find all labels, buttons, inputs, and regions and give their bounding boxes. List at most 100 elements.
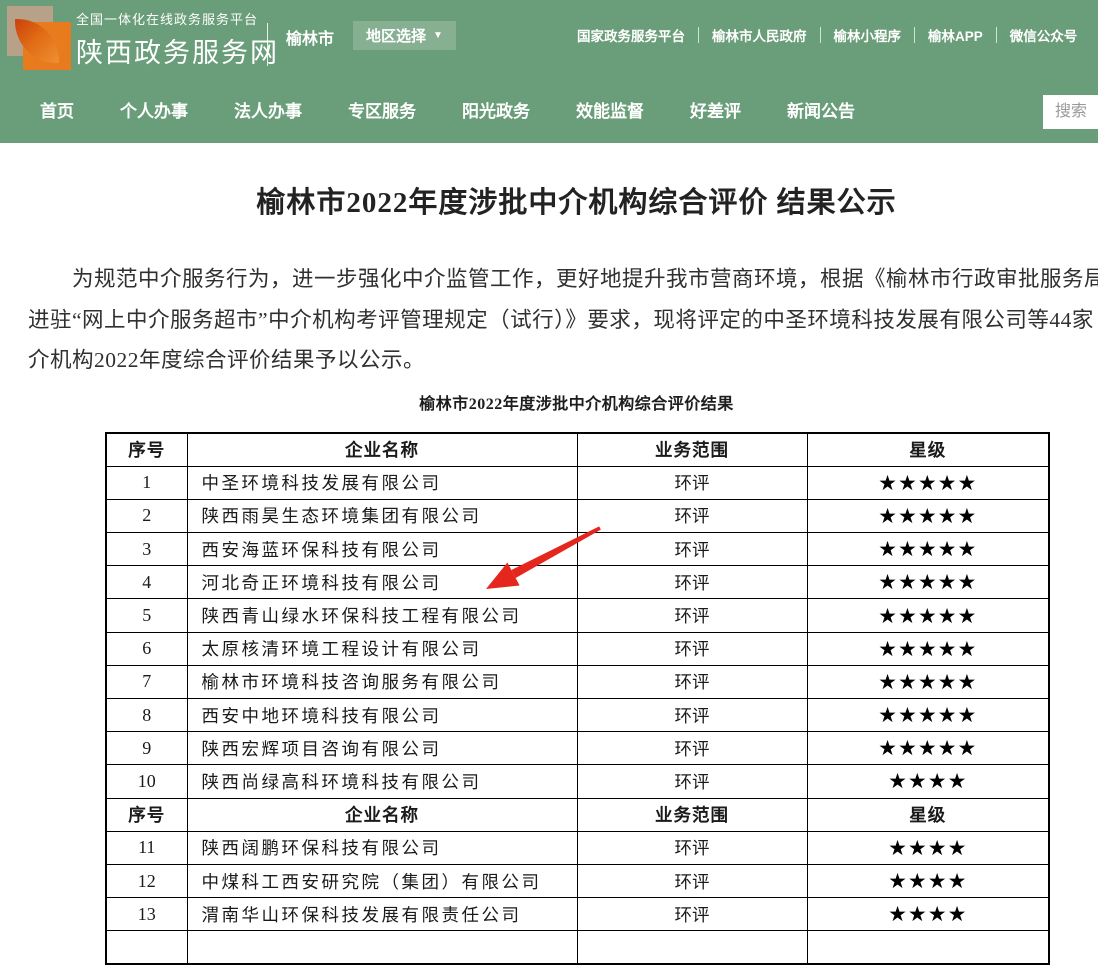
business-scope-cell: 环评 bbox=[577, 566, 807, 599]
chevron-down-icon: ▼ bbox=[433, 31, 443, 41]
serial-number-cell: 8 bbox=[106, 699, 187, 732]
table-row: 10陕西尚绿高科环境科技有限公司环评★★★★ bbox=[106, 765, 1049, 798]
company-name-cell: 西安中地环境科技有限公司 bbox=[187, 699, 577, 732]
business-scope-cell: 环评 bbox=[577, 898, 807, 931]
column-header: 序号 bbox=[106, 798, 187, 831]
link-national-platform[interactable]: 国家政务服务平台 bbox=[577, 25, 685, 45]
search-input[interactable] bbox=[1043, 95, 1098, 129]
link-city-app[interactable]: 榆林APP bbox=[928, 25, 983, 45]
company-name-cell: 中圣环境科技发展有限公司 bbox=[187, 466, 577, 499]
serial-number-cell: 1 bbox=[106, 466, 187, 499]
star-rating-cell: ★★★★ bbox=[807, 898, 1049, 931]
serial-number-cell: 7 bbox=[106, 665, 187, 698]
star-rating-cell: ★★★★ bbox=[807, 831, 1049, 864]
table-row: 7榆林市环境科技咨询服务有限公司环评★★★★★ bbox=[106, 665, 1049, 698]
business-scope-cell: 环评 bbox=[577, 699, 807, 732]
table-row: 12中煤科工西安研究院（集团）有限公司环评★★★★ bbox=[106, 864, 1049, 897]
company-name-cell: 太原核清环境工程设计有限公司 bbox=[187, 632, 577, 665]
company-name-cell: 河北奇正环境科技有限公司 bbox=[187, 566, 577, 599]
evaluation-table: 序号企业名称业务范围星级1中圣环境科技发展有限公司环评★★★★★2陕西雨昊生态环… bbox=[105, 432, 1050, 965]
link-separator bbox=[820, 27, 821, 43]
star-rating-cell: ★★★★★ bbox=[807, 699, 1049, 732]
star-rating-cell: ★★★★ bbox=[807, 864, 1049, 897]
table-row: 9陕西宏辉项目咨询有限公司环评★★★★★ bbox=[106, 732, 1049, 765]
current-city-label: 榆林市 bbox=[286, 25, 334, 49]
company-name-cell: 陕西青山绿水环保科技工程有限公司 bbox=[187, 599, 577, 632]
business-scope-cell: 环评 bbox=[577, 533, 807, 566]
company-name-cell: 陕西雨昊生态环境集团有限公司 bbox=[187, 499, 577, 532]
nav-item-news[interactable]: 新闻公告 bbox=[787, 97, 855, 122]
column-header: 业务范围 bbox=[577, 798, 807, 831]
evaluation-table-body: 序号企业名称业务范围星级1中圣环境科技发展有限公司环评★★★★★2陕西雨昊生态环… bbox=[106, 433, 1049, 964]
column-header: 星级 bbox=[807, 798, 1049, 831]
business-scope-cell: 环评 bbox=[577, 831, 807, 864]
link-mini-program[interactable]: 榆林小程序 bbox=[834, 25, 902, 45]
link-city-government[interactable]: 榆林市人民政府 bbox=[712, 25, 807, 45]
announcement-paragraph: 为规范中介服务行为，进一步强化中介监管工作，更好地提升我市营商环境，根据《榆林市… bbox=[28, 259, 1098, 381]
table-row: 13渭南华山环保科技发展有限责任公司环评★★★★ bbox=[106, 898, 1049, 931]
company-name-cell: 陕西尚绿高科环境科技有限公司 bbox=[187, 765, 577, 798]
paragraph-line: 为规范中介服务行为，进一步强化中介监管工作，更好地提升我市营商环境，根据《榆林市… bbox=[28, 259, 1098, 300]
company-name-cell: 中煤科工西安研究院（集团）有限公司 bbox=[187, 864, 577, 897]
site-name: 陕西政务服务网 bbox=[76, 31, 279, 70]
serial-number-cell: 9 bbox=[106, 732, 187, 765]
business-scope-cell: 环评 bbox=[577, 499, 807, 532]
column-header: 企业名称 bbox=[187, 433, 577, 466]
business-scope-cell: 环评 bbox=[577, 864, 807, 897]
paragraph-line: 进驻“网上中介服务超市”中介机构考评管理规定（试行）》要求，现将评定的中圣环境科… bbox=[28, 300, 1098, 341]
star-rating-cell: ★★★★★ bbox=[807, 599, 1049, 632]
star-rating-cell: ★★★★★ bbox=[807, 566, 1049, 599]
nav-item-zone-services[interactable]: 专区服务 bbox=[348, 97, 416, 122]
nav-item-open-gov[interactable]: 阳光政务 bbox=[462, 97, 530, 122]
site-logo bbox=[7, 6, 71, 70]
serial-number-cell: 13 bbox=[106, 898, 187, 931]
star-rating-cell: ★★★★★ bbox=[807, 632, 1049, 665]
empty-cell bbox=[577, 931, 807, 964]
nav-item-legal-person[interactable]: 法人办事 bbox=[234, 97, 302, 122]
site-brand: 全国一体化在线政务服务平台 陕西政务服务网 bbox=[76, 9, 279, 70]
announcement-document: 榆林市2022年度涉批中介机构综合评价 结果公示 为规范中介服务行为，进一步强化… bbox=[0, 143, 1098, 947]
nav-item-rating[interactable]: 好差评 bbox=[690, 97, 741, 122]
serial-number-cell: 12 bbox=[106, 864, 187, 897]
table-row: 2陕西雨昊生态环境集团有限公司环评★★★★★ bbox=[106, 499, 1049, 532]
link-separator bbox=[996, 27, 997, 43]
paragraph-line: 介机构2022年度综合评价结果予以公示。 bbox=[28, 340, 1098, 381]
company-name-cell: 榆林市环境科技咨询服务有限公司 bbox=[187, 665, 577, 698]
table-row: 3西安海蓝环保科技有限公司环评★★★★★ bbox=[106, 533, 1049, 566]
nav-item-efficiency[interactable]: 效能监督 bbox=[576, 97, 644, 122]
empty-cell bbox=[187, 931, 577, 964]
brand-divider bbox=[267, 23, 268, 66]
link-wechat-official[interactable]: 微信公众号 bbox=[1010, 25, 1078, 45]
business-scope-cell: 环评 bbox=[577, 599, 807, 632]
company-name-cell: 陕西宏辉项目咨询有限公司 bbox=[187, 732, 577, 765]
table-row: 8西安中地环境科技有限公司环评★★★★★ bbox=[106, 699, 1049, 732]
table-header-row: 序号企业名称业务范围星级 bbox=[106, 798, 1049, 831]
table-header-row: 序号企业名称业务范围星级 bbox=[106, 433, 1049, 466]
page-title: 榆林市2022年度涉批中介机构综合评价 结果公示 bbox=[0, 179, 1098, 221]
star-rating-cell: ★★★★★ bbox=[807, 466, 1049, 499]
region-selector-button[interactable]: 地区选择 ▼ bbox=[353, 21, 456, 50]
table-row: 6太原核清环境工程设计有限公司环评★★★★★ bbox=[106, 632, 1049, 665]
business-scope-cell: 环评 bbox=[577, 466, 807, 499]
star-rating-cell: ★★★★★ bbox=[807, 499, 1049, 532]
star-rating-cell: ★★★★★ bbox=[807, 732, 1049, 765]
link-separator bbox=[698, 27, 699, 43]
column-header: 企业名称 bbox=[187, 798, 577, 831]
company-name-cell: 渭南华山环保科技发展有限责任公司 bbox=[187, 898, 577, 931]
serial-number-cell: 2 bbox=[106, 499, 187, 532]
company-name-cell: 西安海蓝环保科技有限公司 bbox=[187, 533, 577, 566]
table-caption: 榆林市2022年度涉批中介机构综合评价结果 bbox=[0, 390, 1098, 414]
main-nav: 首页 个人办事 法人办事 专区服务 阳光政务 效能监督 好差评 新闻公告 bbox=[40, 75, 855, 143]
star-rating-cell: ★★★★ bbox=[807, 765, 1049, 798]
empty-cell bbox=[807, 931, 1049, 964]
nav-item-personal[interactable]: 个人办事 bbox=[120, 97, 188, 122]
serial-number-cell: 3 bbox=[106, 533, 187, 566]
business-scope-cell: 环评 bbox=[577, 732, 807, 765]
nav-item-home[interactable]: 首页 bbox=[40, 97, 74, 122]
serial-number-cell: 11 bbox=[106, 831, 187, 864]
star-rating-cell: ★★★★★ bbox=[807, 533, 1049, 566]
platform-tagline: 全国一体化在线政务服务平台 bbox=[76, 9, 279, 28]
table-row: 4河北奇正环境科技有限公司环评★★★★★ bbox=[106, 566, 1049, 599]
business-scope-cell: 环评 bbox=[577, 765, 807, 798]
serial-number-cell: 5 bbox=[106, 599, 187, 632]
